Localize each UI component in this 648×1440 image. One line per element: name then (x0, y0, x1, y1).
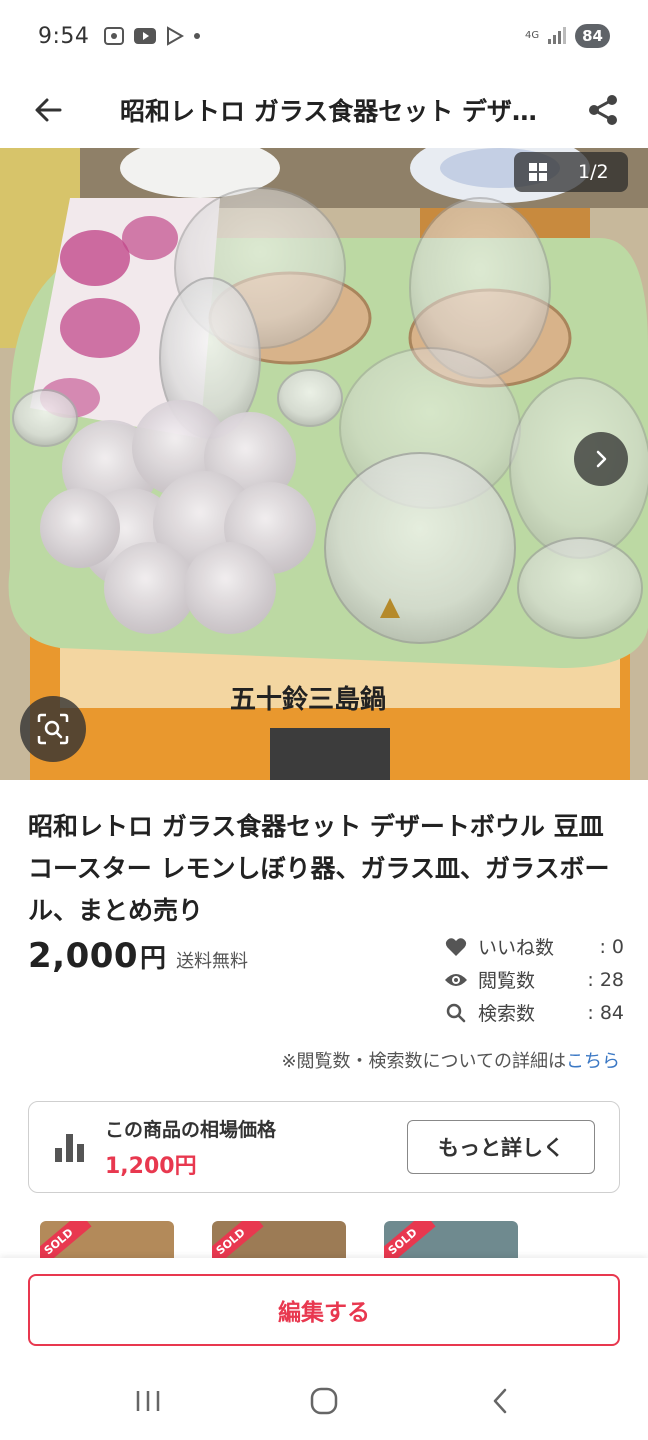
page-title: 昭和レトロ ガラス食器セット デザートボウル 豆皿 コースター レモンしぼり器、… (120, 97, 558, 126)
image-search-button[interactable] (20, 696, 86, 762)
item-stats: いいね数 : 0 閲覧数 : 28 検索数 : 84 (444, 930, 624, 1029)
edit-button[interactable]: 編集する (28, 1274, 620, 1346)
play-store-icon (167, 26, 185, 46)
stat-label: 検索数 (478, 1003, 536, 1025)
stat-searches: 検索数 : 84 (444, 996, 624, 1029)
search-icon (444, 1001, 468, 1025)
price-row: 2,000 円 送料無料 (28, 936, 248, 976)
stat-views: 閲覧数 : 28 (444, 963, 624, 996)
stat-label: いいね数 (478, 937, 555, 959)
similar-item-thumb[interactable]: SOLD (40, 1221, 174, 1261)
market-price-label: この商品の相場価格 (105, 1118, 277, 1141)
similar-items: SOLD SOLD SOLD (0, 1221, 648, 1261)
signal-icon (548, 27, 567, 44)
product-photo[interactable]: 五十鈴三島鍋 (0, 148, 648, 780)
market-price-text: この商品の相場価格 1,200円 (105, 1115, 276, 1180)
market-price-card: この商品の相場価格 1,200円 もっと詳しく (28, 1101, 620, 1193)
chevron-right-icon (596, 450, 607, 468)
market-price-value: 1,200円 (105, 1153, 197, 1179)
grid-icon (529, 163, 547, 181)
home-button[interactable] (284, 1371, 364, 1431)
status-bar: 9:54 4G 84 (0, 0, 648, 72)
item-title: 昭和レトロ ガラス食器セット デザートボウル 豆皿 コースター レモンしぼり器、… (28, 812, 610, 925)
dot-icon (194, 33, 201, 39)
battery-indicator: 84 (575, 24, 610, 48)
sold-badge: SOLD (40, 1221, 92, 1261)
lens-search-icon (37, 713, 69, 745)
price-currency: 円 (140, 944, 167, 974)
network-label: 4G (525, 30, 540, 41)
sold-badge: SOLD (384, 1221, 436, 1261)
similar-item-thumb[interactable]: SOLD (384, 1221, 518, 1261)
stats-note: ※閲覧数・検索数についての詳細はこちら (281, 1047, 620, 1073)
stat-value: : 0 (599, 935, 624, 958)
stat-label: 閲覧数 (478, 970, 536, 992)
stat-value: : 84 (587, 1001, 624, 1024)
chevron-left-icon (493, 1388, 507, 1414)
youtube-icon (134, 28, 157, 44)
back-button[interactable] (0, 72, 96, 148)
recent-apps-icon (136, 1391, 160, 1411)
arrow-left-icon (35, 98, 62, 122)
sold-badge: SOLD (212, 1221, 264, 1261)
system-icons: 4G 84 (525, 24, 610, 48)
bottom-action-bar: 編集する (0, 1258, 648, 1362)
similar-item-thumb[interactable]: SOLD (212, 1221, 346, 1261)
share-icon (589, 95, 617, 125)
recent-apps-button[interactable] (108, 1371, 188, 1431)
heart-icon (444, 935, 468, 959)
next-image-button[interactable] (574, 432, 628, 486)
price-value: 2,000 (28, 936, 139, 976)
stats-details-link[interactable]: こちら (566, 1051, 620, 1072)
image-counter-text: 1/2 (578, 161, 609, 183)
system-back-button[interactable] (460, 1371, 540, 1431)
stat-likes: いいね数 : 0 (444, 930, 624, 963)
notification-icons (103, 26, 201, 46)
eye-icon (444, 968, 468, 992)
bar-chart-icon (55, 1134, 84, 1162)
system-nav-bar (0, 1362, 648, 1440)
box-label: 五十鈴三島鍋 (230, 684, 386, 715)
stats-note-text: ※閲覧数・検索数についての詳細は (281, 1051, 566, 1072)
product-image: 五十鈴三島鍋 (0, 148, 648, 780)
share-button[interactable] (558, 72, 648, 148)
screenshot-icon (104, 27, 125, 45)
app-header: 昭和レトロ ガラス食器セット デザートボウル 豆皿 コースター レモンしぼり器、… (0, 72, 648, 148)
shipping-label: 送料無料 (176, 951, 249, 972)
image-counter[interactable]: 1/2 (514, 152, 628, 192)
status-time: 9:54 (38, 23, 90, 49)
home-icon (310, 1387, 338, 1415)
stat-value: : 28 (587, 968, 624, 991)
more-details-button[interactable]: もっと詳しく (407, 1120, 595, 1174)
